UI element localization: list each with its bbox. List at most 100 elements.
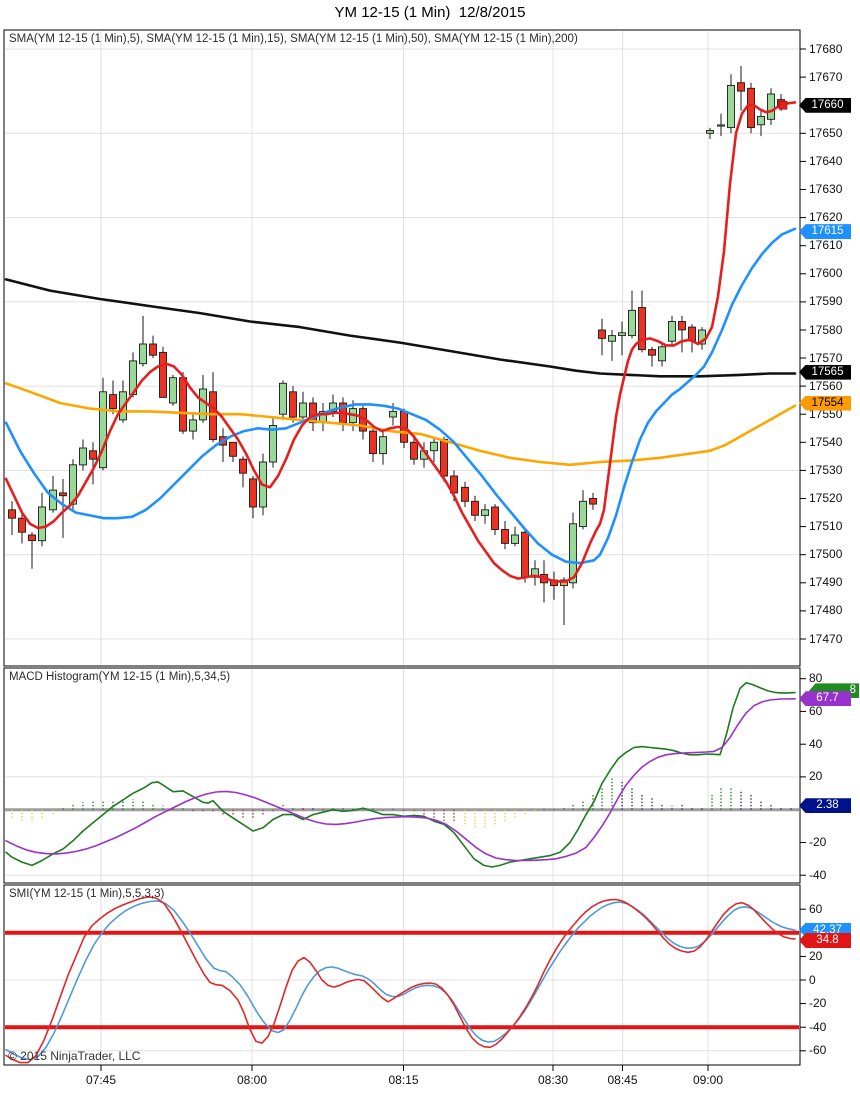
time-axis-label: 08:15 [388,1073,419,1087]
candlestick [430,436,438,462]
candlestick [550,571,558,600]
candlestick [319,403,327,432]
y-axis-label: 17500 [809,547,843,562]
time-axis-label: 08:00 [236,1073,268,1087]
candle-body [149,343,157,356]
candlestick [717,113,725,137]
y-axis-label: 60 [809,901,823,916]
candle-body [579,500,587,528]
y-axis-label: 17590 [809,294,843,309]
macd-zero-value-badge: 2.38 [799,798,851,814]
macd-panel-indicator-label: MACD Histogram(YM 12-15 (1 Min),5,34,5) [9,671,231,683]
candlestick [461,481,469,507]
candle-body [209,391,217,441]
time-axis-label: 08:45 [607,1073,638,1087]
candle-body [379,436,387,455]
candlestick [727,74,735,134]
time-axis-label: 08:30 [537,1073,569,1087]
candlestick [531,560,539,586]
time-axis-ticks [100,1065,709,1071]
candlestick [249,476,257,519]
macd-avg-value-badge: 67.7 [799,691,851,707]
candlestick [219,428,227,462]
candlestick [560,577,568,625]
candle-body [369,430,377,455]
candle-body [109,394,117,410]
candle-body [638,307,646,351]
smi-panel [3,884,806,1066]
candlestick [149,335,157,358]
y-axis-label: 17630 [809,182,843,196]
candle-body [511,534,519,544]
y-axis-label: 17670 [809,69,843,84]
chart-title: YM 12-15 (1 Min) 12/8/2015 [334,4,526,21]
series-line [5,697,796,862]
candle-body [289,391,297,418]
candle-body [440,439,448,477]
candle-body [461,486,469,502]
candle-body [501,528,509,544]
y-axis-label: 17580 [809,322,843,337]
candle-body [628,309,636,337]
candle-body [229,441,237,457]
candlestick [28,532,36,569]
candle-body [648,349,656,356]
candle-body [79,447,87,466]
candle-body [89,450,97,460]
last-price-badge: 17660 [799,97,851,113]
chart-canvas[interactable] [0,0,860,1118]
candle-body [18,517,26,533]
y-axis-label: 17520 [809,491,843,505]
y-axis-label: -20 [809,835,827,849]
candlestick [38,492,46,547]
candle-body [727,85,735,129]
candle-body [471,500,479,516]
candle-body [169,377,177,404]
price-panel [3,29,806,667]
candle-body [410,441,418,460]
candle-body [618,332,626,337]
candlestick [579,490,587,530]
candlestick [688,324,696,353]
candlestick [628,290,636,339]
candle-body [38,506,46,542]
candlestick [598,318,606,356]
candlestick [658,344,666,367]
candle-body [189,419,197,432]
y-axis-label: 20 [809,769,823,784]
candlestick [289,386,297,423]
candle-body [8,509,16,519]
candlestick [767,88,775,125]
y-axis-label: 17610 [809,238,843,253]
candle-body [757,115,765,126]
y-axis-label: 17640 [809,153,843,168]
candle-body [678,321,686,331]
candle-body [59,492,67,497]
y-axis-label: 17510 [809,519,843,534]
y-axis-label: 17570 [809,350,843,365]
y-axis-label: 0 [809,972,816,987]
candlestick [511,526,519,547]
candle-body [139,343,147,365]
y-axis-label: 17480 [809,603,843,618]
y-axis-label: -40 [809,1019,827,1034]
y-axis-label: 17540 [809,434,843,449]
candlestick [540,560,548,603]
sma50-value-badge: 17554 [799,395,851,411]
candlestick [521,529,529,583]
candle-body [608,335,616,342]
candle-body [279,382,287,415]
candle-body [717,124,725,127]
candlestick [139,315,147,367]
y-axis-label: 17490 [809,575,843,590]
y-axis-label: -20 [809,996,827,1011]
candle-body [389,410,397,418]
candle-body [589,498,597,505]
candlestick [589,492,597,510]
candlestick [638,290,646,353]
smi-avg-value-badge: 34.8 [799,933,851,948]
candlestick [239,456,247,488]
candlestick [8,501,16,535]
sma200-value-badge: 17565 [799,364,851,380]
candle-body [767,93,775,120]
